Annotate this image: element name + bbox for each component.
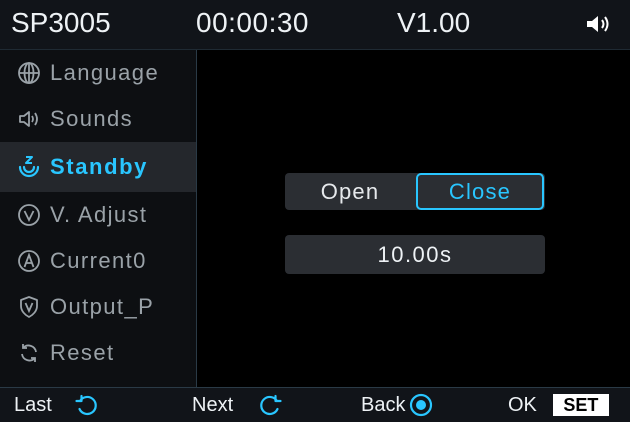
next-label: Next (192, 393, 234, 416)
globe-icon (16, 60, 42, 86)
last-label: Last (14, 393, 52, 416)
v-circle-icon (16, 202, 42, 228)
menu-item-label: Current0 (50, 248, 147, 273)
menu-item-language[interactable]: Language (0, 50, 196, 96)
ok-label: OK (508, 393, 537, 416)
knob-press-icon (408, 392, 434, 418)
menu-item-reset[interactable]: Reset (0, 330, 196, 376)
softkey-bar: Last Next Back OK SET (0, 387, 630, 422)
device-screen: SP3005 00:00:30 V1.00 Language Sounds St… (0, 0, 630, 422)
shield-v-icon (16, 294, 42, 320)
standby-settings-panel: Open Close 10.00s (197, 50, 630, 387)
menu-item-sounds[interactable]: Sounds (0, 96, 196, 142)
firmware-version: V1.00 (397, 7, 471, 38)
sleep-icon (16, 154, 42, 180)
standby-toggle: Open Close (285, 173, 545, 210)
menu-item-label: Output_P (50, 294, 155, 319)
back-key[interactable]: Back (361, 388, 434, 422)
set-button[interactable]: SET (552, 394, 609, 416)
back-label: Back (361, 393, 406, 416)
menu-item-output-p[interactable]: Output_P (0, 284, 196, 330)
speaker-volume-icon (584, 12, 614, 36)
standby-open-option[interactable]: Open (285, 173, 415, 210)
menu-item-label: V. Adjust (50, 202, 148, 227)
elapsed-time: 00:00:30 (196, 7, 309, 38)
next-key[interactable]: Next (192, 388, 283, 422)
rotate-left-icon (74, 392, 100, 418)
model-name: SP3005 (11, 7, 111, 38)
last-key[interactable]: Last (14, 388, 100, 422)
settings-menu: Language Sounds Standby V. Adjust Curren… (0, 50, 197, 387)
menu-item-label: Sounds (50, 106, 134, 131)
standby-time-field[interactable]: 10.00s (285, 235, 545, 274)
menu-item-standby[interactable]: Standby (0, 142, 196, 192)
status-bar: SP3005 00:00:30 V1.00 (0, 0, 630, 50)
standby-close-option[interactable]: Close (416, 173, 544, 210)
menu-item-voltage-adjust[interactable]: V. Adjust (0, 192, 196, 238)
menu-item-label: Language (50, 60, 160, 85)
menu-item-label: Standby (50, 154, 148, 179)
a-circle-icon (16, 248, 42, 274)
menu-item-current0[interactable]: Current0 (0, 238, 196, 284)
rotate-right-icon (257, 392, 283, 418)
ok-key[interactable]: OK SET (508, 388, 609, 422)
refresh-icon (16, 340, 42, 366)
menu-item-label: Reset (50, 340, 115, 365)
speaker-icon (16, 106, 42, 132)
